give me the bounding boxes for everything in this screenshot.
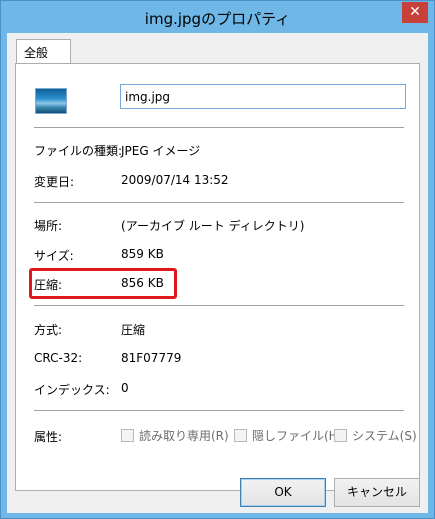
- type-label: ファイルの種類:: [34, 144, 123, 158]
- modified-label: 変更日:: [34, 175, 75, 189]
- location-value: (アーカイブ ルート ディレクトリ): [121, 219, 305, 233]
- hidden-checkbox[interactable]: 隠しファイル(H): [234, 427, 342, 444]
- compressed-value: 856 KB: [121, 276, 164, 290]
- image-file-icon: [35, 88, 67, 114]
- file-name-field[interactable]: [120, 84, 406, 109]
- readonly-checkbox[interactable]: 読み取り専用(R): [121, 427, 229, 444]
- method-label: 方式:: [34, 323, 63, 337]
- separator: [34, 305, 404, 306]
- title-bar[interactable]: img.jpgのプロパティ ✕: [1, 1, 434, 33]
- checkbox-box[interactable]: [234, 429, 247, 442]
- size-label: サイズ:: [34, 249, 74, 263]
- system-checkbox-label: システム(S): [352, 429, 417, 443]
- window-title: img.jpgのプロパティ: [144, 10, 291, 28]
- readonly-checkbox-label: 読み取り専用(R): [139, 429, 229, 443]
- attributes-label: 属性:: [34, 430, 63, 444]
- close-button[interactable]: ✕: [402, 2, 428, 23]
- hidden-checkbox-label: 隠しファイル(H): [252, 429, 343, 443]
- dialog-body: 全般 ファイルの種類: JPEG イメージ 変更日: 2009/07/14 13…: [7, 33, 428, 513]
- checkbox-box[interactable]: [121, 429, 134, 442]
- index-label: インデックス:: [34, 383, 110, 397]
- general-panel: ファイルの種類: JPEG イメージ 変更日: 2009/07/14 13:52…: [15, 63, 420, 491]
- modified-value: 2009/07/14 13:52: [121, 173, 229, 187]
- separator: [34, 410, 404, 411]
- tab-general[interactable]: 全般: [16, 39, 71, 64]
- type-value: JPEG イメージ: [121, 144, 201, 158]
- checkbox-box[interactable]: [334, 429, 347, 442]
- system-checkbox[interactable]: システム(S): [334, 427, 417, 444]
- method-value: 圧縮: [121, 323, 146, 337]
- crc-value: 81F07779: [121, 351, 182, 365]
- properties-window: img.jpgのプロパティ ✕ 全般 ファイルの種類: JPEG イメージ 変更…: [0, 0, 435, 519]
- separator: [34, 127, 404, 128]
- crc-label: CRC-32:: [34, 351, 83, 365]
- separator: [34, 202, 404, 203]
- compressed-label: 圧縮:: [34, 278, 63, 292]
- location-label: 場所:: [34, 219, 63, 233]
- ok-button[interactable]: OK: [240, 478, 326, 507]
- cancel-button[interactable]: キャンセル: [334, 478, 420, 507]
- size-value: 859 KB: [121, 247, 164, 261]
- index-value: 0: [121, 381, 129, 395]
